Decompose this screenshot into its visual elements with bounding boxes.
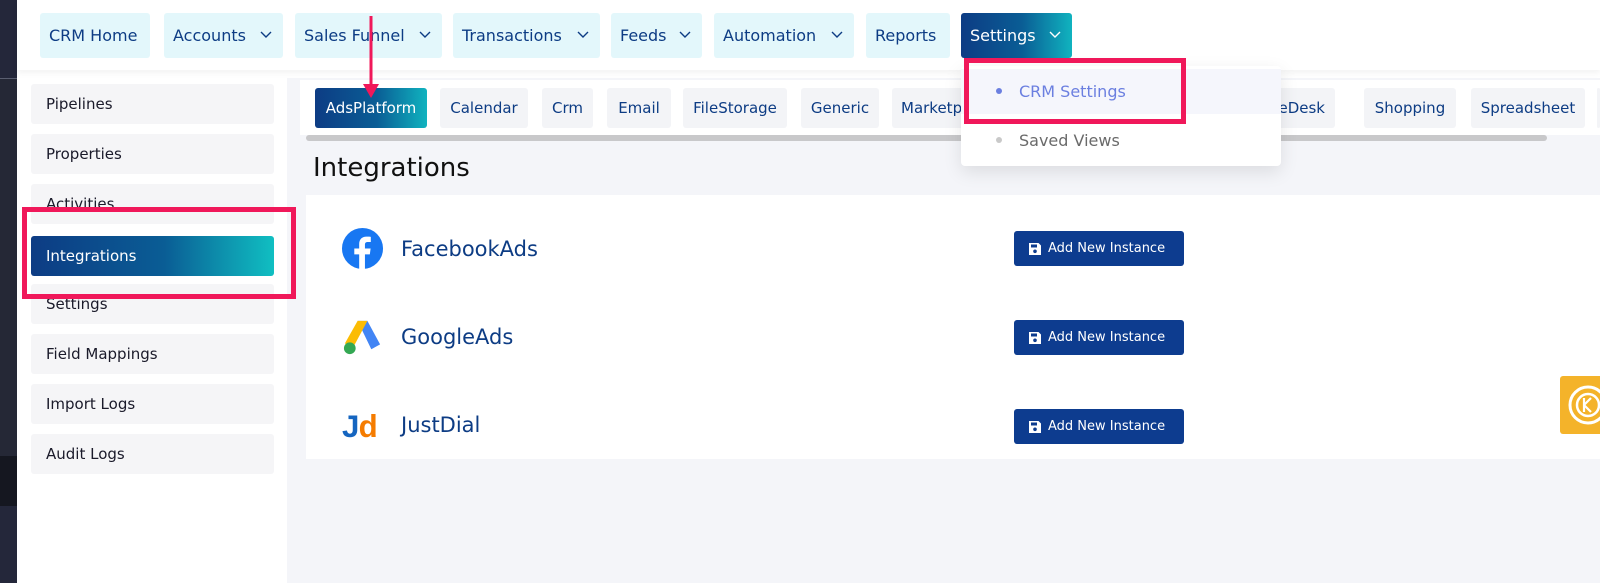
tab-label: Marketp <box>901 99 963 117</box>
menu-item-saved-views[interactable]: Saved Views <box>961 118 1281 163</box>
tab-adsplatform[interactable]: AdsPlatform <box>315 88 427 128</box>
google-ads-logo-icon <box>343 320 381 355</box>
nav-label: Sales Funnel <box>304 26 405 45</box>
chevron-down-icon <box>831 31 843 38</box>
sidebar-item-field-mappings[interactable]: Field Mappings <box>31 334 274 374</box>
nav-reports[interactable]: Reports <box>866 13 950 58</box>
tab-calendar[interactable]: Calendar <box>440 88 528 128</box>
sidebar-item-pipelines[interactable]: Pipelines <box>31 84 274 124</box>
svg-text:J: J <box>342 409 359 444</box>
add-new-instance-button[interactable]: Add New Instance <box>1014 320 1184 355</box>
sidebar-item-import-logs[interactable]: Import Logs <box>31 384 274 424</box>
facebook-logo-icon <box>341 227 384 270</box>
nav-label: Accounts <box>173 26 246 45</box>
nav-label: Transactions <box>462 26 562 45</box>
sidebar-item-label: Properties <box>46 145 122 163</box>
nav-feeds[interactable]: Feeds <box>611 13 702 58</box>
tab-crm[interactable]: Crm <box>542 88 593 128</box>
svg-text:d: d <box>359 409 378 444</box>
chevron-down-icon <box>577 31 589 38</box>
tab-label: FileStorage <box>693 99 777 117</box>
add-new-instance-button[interactable]: Add New Instance <box>1014 409 1184 444</box>
tab-label: Crm <box>552 99 583 117</box>
nav-label: Reports <box>875 26 937 45</box>
save-icon <box>1029 420 1041 433</box>
nav-accounts[interactable]: Accounts <box>164 13 283 58</box>
chevron-down-icon <box>260 31 272 38</box>
nav-sales-funnel[interactable]: Sales Funnel <box>295 13 442 58</box>
tab-spreadsheet[interactable]: Spreadsheet <box>1471 88 1585 128</box>
highlight-box-integrations <box>22 207 296 299</box>
chevron-down-icon <box>419 31 431 38</box>
nav-label: Feeds <box>620 26 667 45</box>
save-icon <box>1029 242 1041 255</box>
integration-name: FacebookAds <box>401 237 538 261</box>
chevron-down-icon <box>1049 31 1061 38</box>
sidebar-item-audit-logs[interactable]: Audit Logs <box>31 434 274 474</box>
button-label: Add New Instance <box>1048 419 1166 434</box>
settings-sidebar: Pipelines Properties Activities Settings… <box>17 78 287 583</box>
tab-filestorage[interactable]: FileStorage <box>683 88 787 128</box>
nav-crm-home[interactable]: CRM Home <box>40 13 150 58</box>
tabs-scrollbar[interactable] <box>306 135 1547 141</box>
nav-transactions[interactable]: Transactions <box>453 13 600 58</box>
bullet-icon <box>996 137 1002 143</box>
integration-category-tabs: AdsPlatform Calendar Crm Email FileStora… <box>300 80 1600 135</box>
logo-badge-icon <box>1568 385 1600 425</box>
highlight-box-crm-settings <box>964 58 1186 124</box>
justdial-logo-icon: J d <box>342 409 378 444</box>
nav-label: Settings <box>970 26 1036 45</box>
tab-marketplace[interactable]: Marketp <box>892 88 972 128</box>
page-title: Integrations <box>313 153 470 183</box>
floating-help-badge[interactable] <box>1560 376 1600 434</box>
tab-email[interactable]: Email <box>607 88 671 128</box>
tab-label: AdsPlatform <box>325 99 417 117</box>
tab-label: Generic <box>810 99 870 117</box>
integration-name: JustDial <box>401 413 481 437</box>
save-icon <box>1029 331 1041 344</box>
sidebar-item-properties[interactable]: Properties <box>31 134 274 174</box>
integration-name: GoogleAds <box>401 325 514 349</box>
sidebar-item-label: Audit Logs <box>46 445 125 463</box>
tab-generic[interactable]: Generic <box>801 88 879 128</box>
sidebar-item-label: Field Mappings <box>46 345 158 363</box>
tab-shopping[interactable]: Shopping <box>1364 88 1456 128</box>
nav-label: Automation <box>723 26 817 45</box>
chevron-down-icon <box>679 31 691 38</box>
add-new-instance-button[interactable]: Add New Instance <box>1014 231 1184 266</box>
app-left-rail <box>0 0 17 583</box>
button-label: Add New Instance <box>1048 330 1166 345</box>
nav-settings[interactable]: Settings <box>961 13 1072 58</box>
nav-automation[interactable]: Automation <box>714 13 854 58</box>
sidebar-item-label: Import Logs <box>46 395 136 413</box>
tab-label: Spreadsheet <box>1480 99 1576 117</box>
sidebar-item-label: Pipelines <box>46 95 113 113</box>
tab-label: Calendar <box>450 99 518 117</box>
tab-label: Shopping <box>1374 99 1446 117</box>
nav-label: CRM Home <box>49 26 138 45</box>
button-label: Add New Instance <box>1048 241 1166 256</box>
tab-label: Email <box>618 99 660 117</box>
menu-item-label: Saved Views <box>1019 131 1120 150</box>
